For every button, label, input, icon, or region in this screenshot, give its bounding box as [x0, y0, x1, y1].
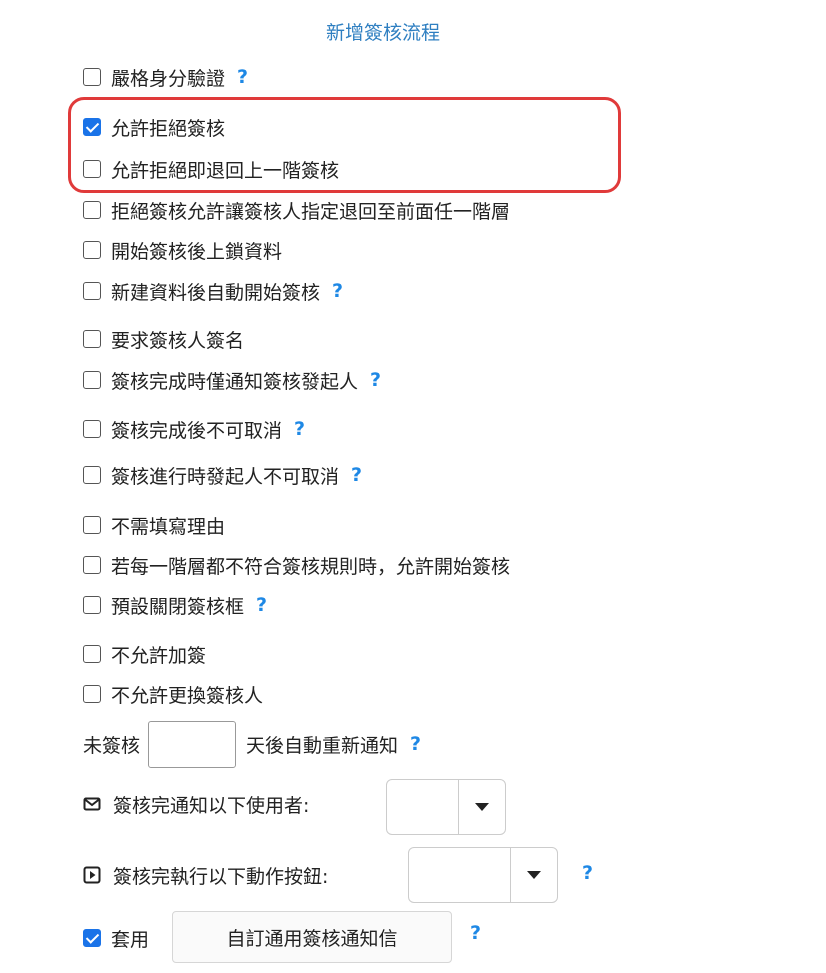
option-lock-after-start[interactable]: 開始簽核後上鎖資料 [83, 237, 282, 263]
help-icon[interactable]: ? [351, 464, 362, 486]
envelope-icon [83, 797, 101, 811]
option-label: 簽核進行時發起人不可取消 [111, 465, 340, 488]
help-icon[interactable]: ? [410, 733, 421, 755]
apply-label: 套用 [111, 928, 150, 951]
checkbox[interactable] [83, 596, 101, 614]
option-auto-start[interactable]: 新建資料後自動開始簽核 ? [83, 278, 343, 304]
option-label: 嚴格身分驗證 [111, 67, 226, 90]
option-label: 預設關閉簽核框 [111, 595, 245, 618]
chevron-down-icon[interactable] [511, 848, 557, 902]
checkbox[interactable] [83, 201, 101, 219]
option-label: 允許拒絕即退回上一階簽核 [111, 159, 340, 182]
reminder-suffix: 天後自動重新通知 [246, 734, 399, 757]
notify-users-select[interactable] [386, 779, 506, 835]
custom-notification-button[interactable]: 自訂通用簽核通知信 [172, 911, 452, 963]
checkbox[interactable] [83, 160, 101, 178]
help-icon[interactable]: ? [582, 862, 593, 884]
option-strict-auth[interactable]: 嚴格身分驗證 ? [83, 64, 248, 90]
checkbox[interactable] [83, 241, 101, 259]
option-label: 不需填寫理由 [111, 515, 226, 538]
option-label: 簽核完成後不可取消 [111, 419, 283, 442]
option-default-close-box[interactable]: 預設關閉簽核框 ? [83, 592, 267, 618]
option-label: 允許拒絕簽核 [111, 117, 226, 140]
option-allow-start-no-rule[interactable]: 若每一階層都不符合簽核規則時，允許開始簽核 [83, 552, 510, 578]
option-disallow-add-signer[interactable]: 不允許加簽 [83, 641, 206, 667]
run-action-value [409, 848, 511, 902]
option-no-reason[interactable]: 不需填寫理由 [83, 512, 225, 538]
option-label: 開始簽核後上鎖資料 [111, 240, 283, 263]
checkbox[interactable] [83, 466, 101, 484]
option-disallow-change-signer[interactable]: 不允許更換簽核人 [83, 681, 263, 707]
option-reject-choose-level[interactable]: 拒絕簽核允許讓簽核人指定退回至前面任一階層 [83, 197, 510, 223]
checkbox[interactable] [83, 516, 101, 534]
notify-users-row: 簽核完通知以下使用者: [83, 791, 309, 817]
checkbox[interactable] [83, 371, 101, 389]
option-no-cancel-in-progress[interactable]: 簽核進行時發起人不可取消 ? [83, 462, 362, 488]
checkbox[interactable] [83, 556, 101, 574]
help-icon[interactable]: ? [332, 280, 343, 302]
option-label: 若每一階層都不符合簽核規則時，允許開始簽核 [111, 555, 511, 578]
option-label: 拒絕簽核允許讓簽核人指定退回至前面任一階層 [111, 200, 511, 223]
option-reject-return-previous[interactable]: 允許拒絕即退回上一階簽核 [83, 156, 339, 182]
reminder-row: 未簽核 天後自動重新通知 ? [83, 720, 421, 768]
checkbox[interactable] [83, 68, 101, 86]
checkbox[interactable] [83, 420, 101, 438]
checkbox[interactable] [83, 118, 101, 136]
run-action-select[interactable] [408, 847, 558, 903]
help-icon[interactable]: ? [294, 418, 305, 440]
checkbox[interactable] [83, 645, 101, 663]
option-label: 不允許加簽 [111, 644, 207, 667]
option-allow-reject[interactable]: 允許拒絕簽核 [83, 114, 225, 140]
option-notify-initiator-only[interactable]: 簽核完成時僅通知簽核發起人 ? [83, 367, 381, 393]
play-box-icon [83, 866, 101, 884]
checkbox[interactable] [83, 685, 101, 703]
checkbox[interactable] [83, 282, 101, 300]
reminder-prefix: 未簽核 [83, 734, 141, 757]
run-action-row: 簽核完執行以下動作按鈕: [83, 862, 328, 888]
option-require-signature[interactable]: 要求簽核人簽名 [83, 326, 244, 352]
chevron-down-icon[interactable] [459, 780, 505, 834]
option-label: 新建資料後自動開始簽核 [111, 281, 321, 304]
days-input[interactable] [148, 720, 237, 768]
option-label: 不允許更換簽核人 [111, 684, 264, 707]
option-label: 簽核完成時僅通知簽核發起人 [111, 370, 359, 393]
help-icon[interactable]: ? [370, 369, 381, 391]
option-no-cancel-after-complete[interactable]: 簽核完成後不可取消 ? [83, 416, 305, 442]
help-icon[interactable]: ? [237, 66, 248, 88]
help-icon[interactable]: ? [256, 594, 267, 616]
checkbox[interactable] [83, 330, 101, 348]
apply-row[interactable]: 套用 [83, 925, 149, 951]
notify-users-value [387, 780, 459, 834]
option-label: 要求簽核人簽名 [111, 329, 245, 352]
page-title: 新增簽核流程 [325, 22, 440, 44]
run-action-label: 簽核完執行以下動作按鈕: [113, 865, 329, 888]
help-icon[interactable]: ? [470, 922, 481, 944]
notify-users-label: 簽核完通知以下使用者: [113, 794, 310, 817]
apply-checkbox[interactable] [83, 929, 101, 947]
